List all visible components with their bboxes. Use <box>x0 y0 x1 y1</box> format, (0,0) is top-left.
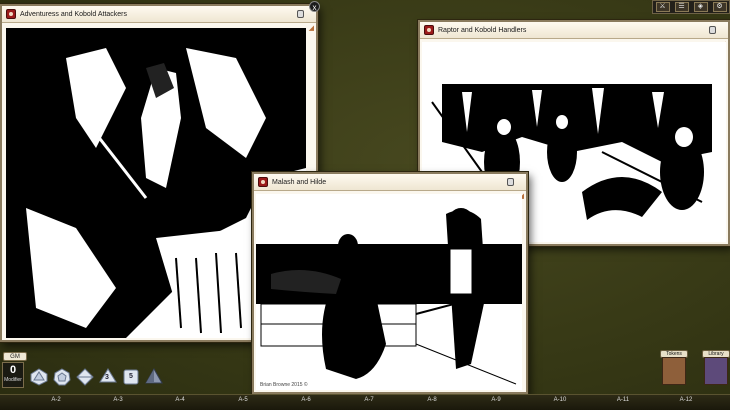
hotkey-label[interactable]: A-11 <box>611 397 635 403</box>
top-toolbar: ⚔ ☰ ◈ ⚙ <box>652 0 730 14</box>
hotkey-bar: A-2 A-3 A-4 A-5 A-6 A-7 A-8 A-9 A-10 A-1… <box>0 394 730 410</box>
settings-icon[interactable]: ⚙ <box>712 2 727 12</box>
window-title: Malash and Hilde <box>272 178 327 186</box>
window-titlebar[interactable]: Raptor and Kobold Handlers <box>420 22 728 39</box>
hotkey-label[interactable]: A-10 <box>548 397 572 403</box>
d8-icon[interactable]: 3 <box>99 368 117 386</box>
lock-icon[interactable] <box>507 178 514 186</box>
lock-icon[interactable] <box>709 26 716 34</box>
image-icon <box>258 177 268 187</box>
hotkey-label[interactable]: A-2 <box>44 397 68 403</box>
hotkey-label[interactable]: A-9 <box>484 397 508 403</box>
library-icon <box>704 357 728 385</box>
hotkey-label[interactable]: A-5 <box>231 397 255 403</box>
d20-icon[interactable] <box>30 368 48 386</box>
image-icon <box>424 25 434 35</box>
d6-icon[interactable]: 5 <box>122 368 140 386</box>
close-icon[interactable]: x <box>309 1 320 12</box>
window-titlebar[interactable]: Adventuress and Kobold Attackers <box>2 6 316 23</box>
d4-icon[interactable] <box>145 368 163 386</box>
gm-label[interactable]: GM <box>3 352 27 361</box>
combat-tracker-icon[interactable]: ⚔ <box>655 2 670 12</box>
tag-icon[interactable]: ◈ <box>693 2 708 12</box>
image-caption: Brian Browne 2015 © <box>260 382 308 388</box>
d6-label: 5 <box>129 373 133 380</box>
modifier-box[interactable]: 0 Modifier <box>2 362 24 388</box>
d10-icon[interactable] <box>76 368 94 386</box>
hotkey-label[interactable]: A-12 <box>674 397 698 403</box>
image-icon <box>6 9 16 19</box>
modifier-label: Modifier <box>4 377 22 383</box>
d12-icon[interactable] <box>53 368 71 386</box>
list-icon[interactable]: ☰ <box>674 2 689 12</box>
hotkey-label[interactable]: A-6 <box>294 397 318 403</box>
modifier-value: 0 <box>9 364 17 376</box>
hotkey-label[interactable]: A-3 <box>106 397 130 403</box>
hotkey-label[interactable]: A-7 <box>357 397 381 403</box>
image-window-malash[interactable]: Malash and Hilde ◢ Brian Browne 2015 © <box>252 172 528 394</box>
handout-image: Brian Browne 2015 © <box>256 194 522 390</box>
window-title: Adventuress and Kobold Attackers <box>20 10 128 18</box>
tokens-button[interactable]: Tokens <box>660 350 688 386</box>
window-titlebar[interactable]: Malash and Hilde <box>254 174 526 191</box>
hotkey-label[interactable]: A-8 <box>420 397 444 403</box>
window-title: Raptor and Kobold Handlers <box>438 26 527 34</box>
d8-label: 3 <box>105 374 109 381</box>
library-button[interactable]: Library <box>702 350 730 386</box>
tokens-icon <box>662 357 686 385</box>
lock-icon[interactable] <box>297 10 304 18</box>
resize-grip-icon[interactable]: ◢ <box>309 24 314 32</box>
hotkey-label[interactable]: A-4 <box>168 397 192 403</box>
